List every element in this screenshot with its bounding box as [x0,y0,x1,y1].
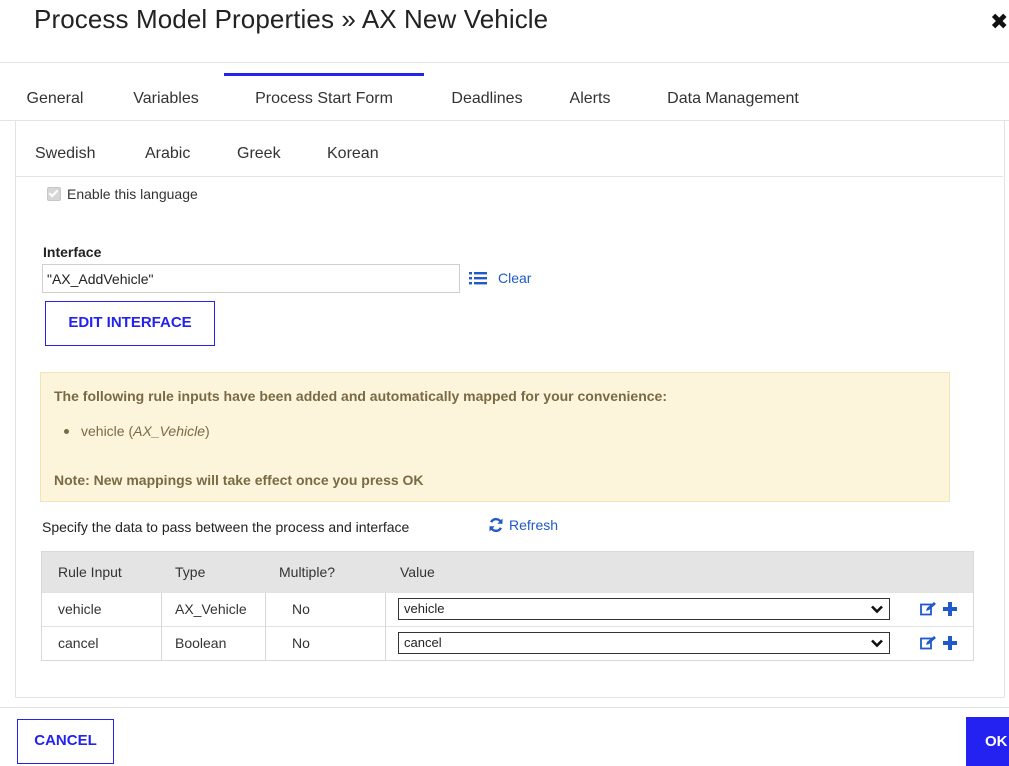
tab-deadlines[interactable]: Deadlines [440,73,534,120]
notice-item-open-paren: ( [124,423,134,439]
mapping-description: Specify the data to pass between the pro… [42,519,410,535]
notice-item-close-paren: ) [205,423,210,439]
tab-process-start-form[interactable]: Process Start Form [224,73,424,120]
plus-icon[interactable] [943,636,957,655]
interface-label: Interface [43,244,102,260]
language-tab-greek[interactable]: Greek [237,145,281,163]
main-tabs: General Variables Process Start Form Dea… [0,73,1009,120]
notice-note: Note: New mappings will take effect once… [54,472,424,488]
table-row: cancel Boolean No cancel [42,626,973,660]
value-select-text: vehicle [404,601,445,616]
chevron-down-icon [871,605,883,614]
column-divider [385,593,386,626]
cell-rule-input: cancel [58,635,99,651]
column-divider [385,627,386,660]
column-divider [161,593,162,626]
plus-icon[interactable] [943,602,957,621]
cell-multiple: No [292,635,310,651]
notice-heading: The following rule inputs have been adde… [54,388,667,404]
edit-icon[interactable] [920,602,936,621]
column-divider [265,627,266,660]
column-header-rule-input: Rule Input [58,564,122,580]
chevron-down-icon [871,639,883,648]
mapping-table: Rule Input Type Multiple? Value vehicle … [41,551,974,661]
cell-rule-input: vehicle [58,601,102,617]
interface-field[interactable] [42,264,460,293]
column-divider [161,627,162,660]
column-header-value: Value [400,564,435,580]
notice-box: The following rule inputs have been adde… [40,372,950,502]
cell-type: Boolean [175,635,227,651]
list-icon[interactable] [469,270,487,286]
refresh-button[interactable]: Refresh [488,517,558,533]
enable-language-checkbox: Enable this language [47,186,198,202]
ok-button[interactable]: OK [966,717,1009,766]
notice-item-name: vehicle [81,423,125,439]
tab-alerts[interactable]: Alerts [562,73,618,120]
column-divider [265,593,266,626]
checkbox-checked-icon [47,187,61,201]
language-tabs-divider [16,176,1003,177]
edit-interface-button[interactable]: EDIT INTERFACE [45,301,215,346]
column-header-type: Type [175,564,206,580]
tab-data-management[interactable]: Data Management [652,73,814,120]
notice-item-type: AX_Vehicle [133,423,206,439]
value-select-text: cancel [404,635,442,650]
tab-variables[interactable]: Variables [124,73,208,120]
enable-language-label: Enable this language [67,186,198,202]
table-header: Rule Input Type Multiple? Value [42,552,973,592]
clear-link[interactable]: Clear [498,270,531,286]
cell-type: AX_Vehicle [175,601,247,617]
close-icon[interactable]: ✖ [990,8,1008,36]
cell-multiple: No [292,601,310,617]
row-actions [920,636,964,655]
language-tab-arabic[interactable]: Arabic [145,145,190,163]
language-tab-swedish[interactable]: Swedish [35,145,95,163]
refresh-icon [489,517,503,533]
cancel-button[interactable]: CANCEL [17,719,114,764]
footer-divider [0,707,1009,708]
value-select[interactable]: vehicle [398,598,890,620]
value-select[interactable]: cancel [398,632,890,654]
edit-icon[interactable] [920,636,936,655]
column-header-multiple: Multiple? [279,564,336,580]
refresh-label: Refresh [509,517,559,533]
table-row: vehicle AX_Vehicle No vehicle [42,592,973,626]
language-tab-korean[interactable]: Korean [327,145,379,163]
dialog-title: Process Model Properties » AX New Vehicl… [34,4,549,34]
row-actions [920,602,964,621]
tab-general[interactable]: General [20,73,90,120]
notice-list-item: vehicle (AX_Vehicle) [64,423,210,439]
bullet-icon [64,428,69,434]
header-divider [0,62,1009,63]
